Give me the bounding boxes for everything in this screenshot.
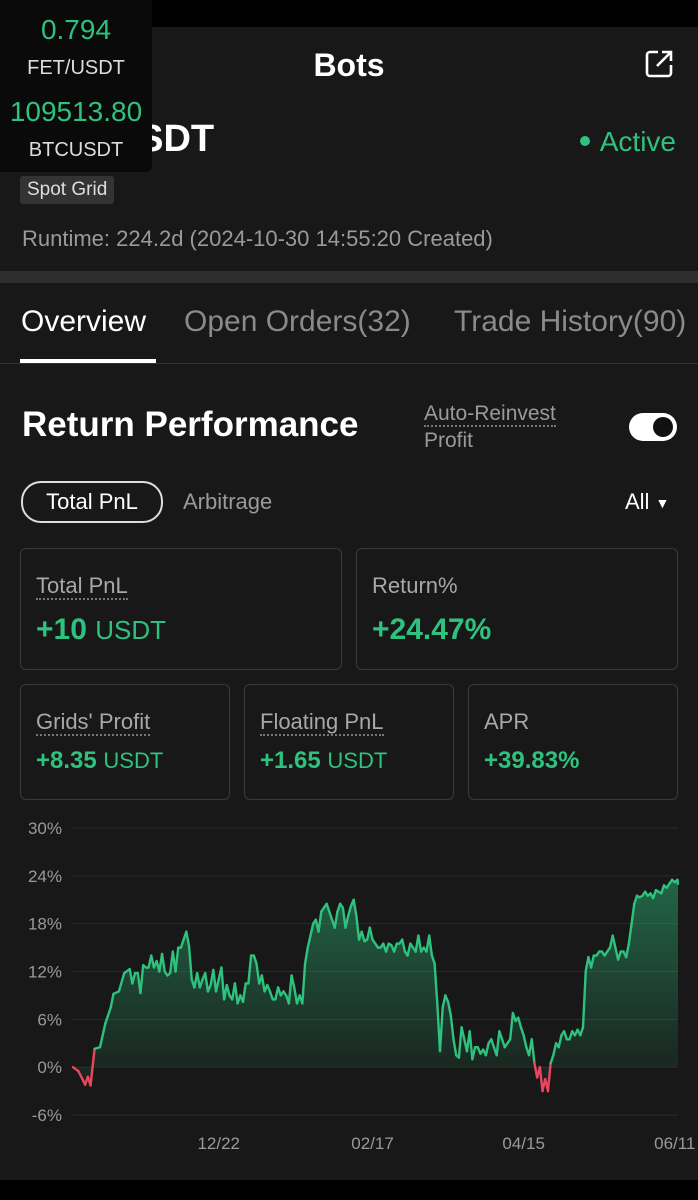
card-label: Floating PnL [260, 709, 384, 736]
return-chart: 30% 24% 18% 12% 6% 0% -6% 12/22 02/17 04/15 06/11 [28, 819, 695, 1153]
share-external-icon[interactable] [644, 49, 674, 79]
total-pnl-pill[interactable]: Total PnL [21, 481, 163, 523]
grids-profit-card: Grids' Profit +8.35 USDT [20, 684, 230, 800]
runtime-text: Runtime: 224.2d (2024-10-30 14:55:20 Cre… [22, 226, 493, 251]
price-ticker-overlay[interactable]: 0.794 FET/USDT 109513.80 BTCUSDT [0, 0, 152, 172]
tab-overview[interactable]: Overview [21, 305, 146, 339]
status-badge: Active [579, 126, 676, 158]
y-tick-label: 24% [28, 867, 62, 886]
area-fill [73, 879, 678, 1092]
ticker-symbol: BTCUSDT [28, 139, 124, 161]
period-filter-value: All [625, 489, 650, 514]
ticker-price: 109513.80 [9, 96, 143, 127]
card-value: +39.83% [484, 747, 580, 774]
total-pnl-card: Total PnL +10 USDT [20, 548, 342, 670]
floating-pnl-card: Floating PnL +1.65 USDT [244, 684, 454, 800]
card-value: +24.47% [372, 613, 492, 646]
active-tab-indicator [20, 359, 156, 363]
auto-reinvest-label: Auto-Reinvest Profit [424, 400, 614, 454]
arbitrage-pill[interactable]: Arbitrage [183, 489, 272, 515]
y-tick-label: 18% [28, 915, 62, 934]
y-tick-label: 30% [28, 819, 62, 838]
card-value: +10 USDT [36, 613, 167, 646]
card-label: APR [484, 709, 530, 734]
auto-reinvest-line1: Auto-Reinvest [424, 402, 556, 427]
period-filter-dropdown[interactable]: All ▼ [625, 489, 669, 515]
toggle-knob [653, 417, 673, 437]
y-tick-label: 12% [28, 963, 62, 982]
return-pct-card: Return% +24.47% [356, 548, 678, 670]
auto-reinvest-toggle[interactable] [629, 413, 677, 441]
navigation-bar [0, 1180, 698, 1200]
tab-bar: Overview Open Orders(32) Trade History(9… [0, 283, 698, 364]
caret-down-icon: ▼ [655, 495, 670, 512]
x-tick-label: 02/17 [351, 1134, 394, 1153]
ticker-symbol: FET/USDT [27, 57, 125, 79]
tab-open-orders[interactable]: Open Orders(32) [184, 305, 411, 339]
status-dot-icon [579, 135, 590, 146]
section-title: Return Performance [22, 405, 359, 444]
ticker-price: 0.794 [40, 14, 112, 45]
x-tick-label: 06/11 [654, 1134, 695, 1153]
y-tick-label: -6% [32, 1106, 62, 1125]
card-value: +1.65 USDT [260, 747, 388, 774]
tab-trade-history[interactable]: Trade History(90) [454, 305, 686, 339]
strategy-badge: Spot Grid [20, 176, 115, 204]
x-tick-label: 04/15 [502, 1134, 545, 1153]
card-value: +8.35 USDT [36, 747, 164, 774]
card-label: Return% [372, 573, 458, 598]
section-divider [0, 271, 698, 283]
apr-card: APR +39.83% [468, 684, 678, 800]
y-tick-label: 6% [37, 1010, 62, 1029]
card-label: Total PnL [36, 573, 128, 600]
pnl-line-segment [676, 878, 680, 886]
y-tick-label: 0% [37, 1058, 62, 1077]
status-text: Active [599, 126, 676, 157]
card-label: Grids' Profit [36, 709, 151, 736]
auto-reinvest-line2: Profit [424, 429, 474, 452]
x-tick-label: 12/22 [197, 1134, 240, 1153]
